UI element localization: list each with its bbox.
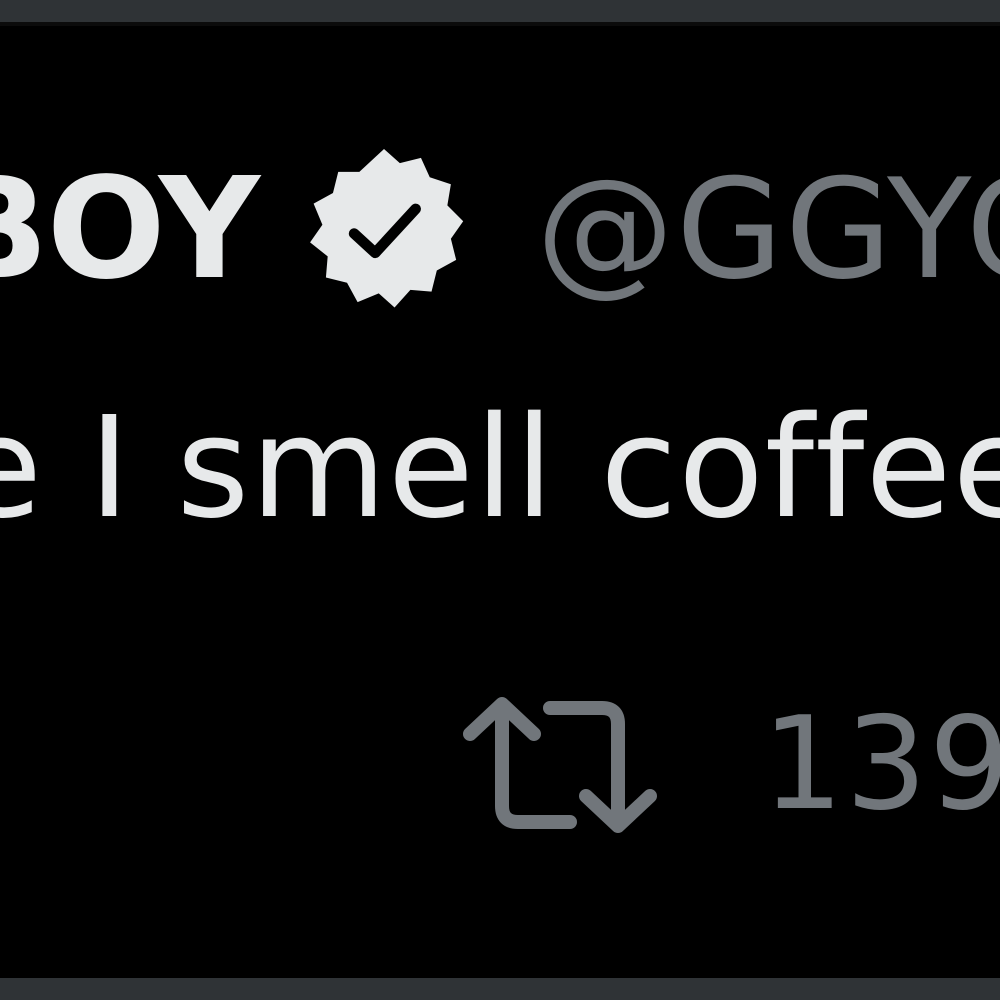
user-handle[interactable]: @GGYC (536, 161, 1000, 299)
tweet-text: e I smell coffee (0, 387, 1000, 550)
top-divider-shadow (0, 22, 1000, 26)
display-name[interactable]: BOY (0, 160, 260, 300)
tweet-header: BOY @GGYC (0, 149, 1000, 310)
tweet-actions: 139 (462, 690, 1000, 840)
tweet-card: BOY @GGYC e I smell coffee 139 (0, 0, 1000, 1000)
top-divider (0, 0, 1000, 22)
retweet-count: 139 (762, 690, 1000, 839)
verified-badge-icon (310, 149, 464, 308)
bottom-divider (0, 978, 1000, 1000)
retweet-icon[interactable] (462, 690, 658, 840)
